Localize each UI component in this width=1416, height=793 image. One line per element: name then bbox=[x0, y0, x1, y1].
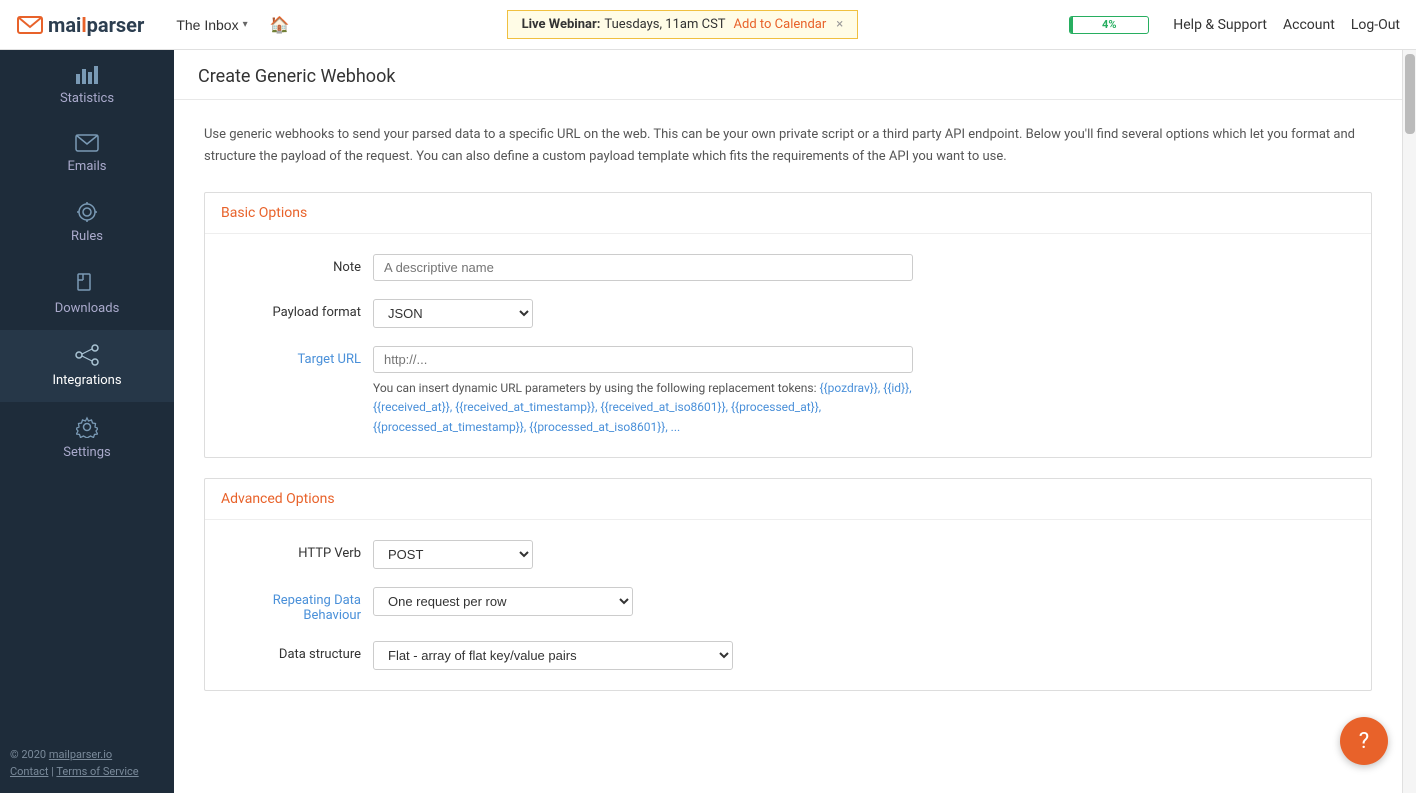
sidebar-item-settings[interactable]: Settings bbox=[0, 402, 174, 474]
sidebar-emails-label: Emails bbox=[68, 159, 107, 174]
sidebar-item-rules[interactable]: Rules bbox=[0, 188, 174, 258]
integrations-icon bbox=[75, 344, 99, 369]
repeating-data-select[interactable]: One request per row Multiple rows per re… bbox=[373, 587, 633, 616]
downloads-icon bbox=[76, 272, 98, 297]
url-hint: You can insert dynamic URL parameters by… bbox=[373, 379, 913, 437]
chevron-down-icon: ▾ bbox=[243, 19, 248, 30]
sidebar-downloads-label: Downloads bbox=[55, 301, 120, 316]
sidebar-item-emails[interactable]: Emails bbox=[0, 120, 174, 188]
repeating-data-label: Repeating Data Behaviour bbox=[221, 587, 361, 623]
sidebar-rules-label: Rules bbox=[71, 229, 103, 244]
basic-options-body: Note Payload format JSON XML Form-enco bbox=[205, 234, 1371, 457]
terms-of-service-link[interactable]: Terms of Service bbox=[56, 765, 138, 778]
advanced-options-header: Advanced Options bbox=[205, 479, 1371, 520]
main-content: Create Generic Webhook Use generic webho… bbox=[174, 50, 1402, 793]
intro-text: Use generic webhooks to send your parsed… bbox=[204, 124, 1372, 168]
statistics-icon bbox=[75, 64, 99, 87]
support-icon: ? bbox=[1359, 729, 1369, 754]
inbox-label: The Inbox bbox=[176, 17, 238, 33]
note-row: Note bbox=[221, 254, 1355, 281]
note-field-wrap bbox=[373, 254, 913, 281]
sidebar-item-integrations[interactable]: Integrations bbox=[0, 330, 174, 402]
target-url-label: Target URL bbox=[221, 346, 361, 367]
logo-icon bbox=[16, 13, 44, 37]
logo-text: mailparser bbox=[48, 13, 144, 37]
advanced-options-body: HTTP Verb POST GET PUT PATCH DELETE bbox=[205, 520, 1371, 690]
advanced-options-card: Advanced Options HTTP Verb POST GET PUT … bbox=[204, 478, 1372, 691]
top-nav: mailparser The Inbox ▾ 🏠 Live Webinar: T… bbox=[0, 0, 1416, 50]
content-body: Use generic webhooks to send your parsed… bbox=[174, 100, 1402, 735]
repeating-data-row: Repeating Data Behaviour One request per… bbox=[221, 587, 1355, 623]
logo: mailparser bbox=[16, 13, 144, 37]
page-title: Create Generic Webhook bbox=[198, 66, 1378, 87]
sidebar-statistics-label: Statistics bbox=[60, 91, 114, 106]
payload-format-select[interactable]: JSON XML Form-encoded bbox=[373, 299, 533, 328]
add-to-calendar-link[interactable]: Add to Calendar bbox=[734, 17, 827, 32]
payload-format-label: Payload format bbox=[221, 299, 361, 320]
data-structure-wrap: Flat - array of flat key/value pairs Nes… bbox=[373, 641, 913, 670]
sidebar-item-downloads[interactable]: Downloads bbox=[0, 258, 174, 330]
sidebar-footer: © 2020 mailparser.io Contact | Terms of … bbox=[0, 734, 174, 793]
payload-format-row: Payload format JSON XML Form-encoded bbox=[221, 299, 1355, 328]
home-icon: 🏠 bbox=[270, 17, 290, 34]
footer-separator: | bbox=[51, 765, 54, 778]
webinar-box: Live Webinar: Tuesdays, 11am CST Add to … bbox=[507, 10, 859, 39]
scroll-thumb[interactable] bbox=[1405, 54, 1415, 134]
target-url-wrap: You can insert dynamic URL parameters by… bbox=[373, 346, 913, 437]
progress-label: 4% bbox=[1070, 17, 1148, 33]
note-input[interactable] bbox=[373, 254, 913, 281]
http-verb-row: HTTP Verb POST GET PUT PATCH DELETE bbox=[221, 540, 1355, 569]
note-label: Note bbox=[221, 254, 361, 275]
http-verb-wrap: POST GET PUT PATCH DELETE bbox=[373, 540, 913, 569]
target-url-row: Target URL You can insert dynamic URL pa… bbox=[221, 346, 1355, 437]
support-button[interactable]: ? bbox=[1340, 717, 1388, 765]
sidebar: Statistics Emails Rules Downloads bbox=[0, 50, 174, 793]
data-structure-select[interactable]: Flat - array of flat key/value pairs Nes… bbox=[373, 641, 733, 670]
logout-link[interactable]: Log-Out bbox=[1351, 17, 1400, 33]
basic-options-header: Basic Options bbox=[205, 193, 1371, 234]
repeating-data-wrap: One request per row Multiple rows per re… bbox=[373, 587, 913, 616]
webinar-detail: Tuesdays, 11am CST bbox=[604, 17, 725, 32]
help-support-link[interactable]: Help & Support bbox=[1173, 17, 1267, 33]
progress-section: 4% bbox=[1069, 16, 1149, 34]
payload-format-wrap: JSON XML Form-encoded bbox=[373, 299, 913, 328]
http-verb-label: HTTP Verb bbox=[221, 540, 361, 561]
webinar-close-button[interactable]: × bbox=[836, 17, 843, 32]
settings-icon bbox=[76, 416, 98, 441]
basic-options-link[interactable]: Basic Options bbox=[221, 205, 307, 221]
scroll-rail[interactable] bbox=[1402, 50, 1416, 793]
main-layout: Statistics Emails Rules Downloads bbox=[0, 50, 1416, 793]
webinar-banner: Live Webinar: Tuesdays, 11am CST Add to … bbox=[304, 10, 1062, 39]
data-structure-row: Data structure Flat - array of flat key/… bbox=[221, 641, 1355, 670]
advanced-options-link[interactable]: Advanced Options bbox=[221, 491, 335, 507]
sidebar-settings-label: Settings bbox=[63, 445, 110, 460]
basic-options-card: Basic Options Note Payload format bbox=[204, 192, 1372, 458]
contact-link[interactable]: Contact bbox=[10, 765, 48, 778]
progress-bar: 4% bbox=[1069, 16, 1149, 34]
home-button[interactable]: 🏠 bbox=[264, 11, 296, 39]
http-verb-select[interactable]: POST GET PUT PATCH DELETE bbox=[373, 540, 533, 569]
account-link[interactable]: Account bbox=[1283, 17, 1335, 33]
page-header: Create Generic Webhook bbox=[174, 50, 1402, 100]
emails-icon bbox=[75, 134, 99, 155]
mailparser-site-link[interactable]: mailparser.io bbox=[49, 748, 112, 761]
webinar-label: Live Webinar: bbox=[522, 17, 601, 32]
sidebar-item-statistics[interactable]: Statistics bbox=[0, 50, 174, 120]
inbox-button[interactable]: The Inbox ▾ bbox=[168, 13, 255, 37]
sidebar-copyright: © 2020 bbox=[10, 748, 46, 761]
top-nav-links: Help & Support Account Log-Out bbox=[1173, 17, 1400, 33]
sidebar-integrations-label: Integrations bbox=[52, 373, 121, 388]
target-url-input[interactable] bbox=[373, 346, 913, 373]
rules-icon bbox=[75, 202, 99, 225]
data-structure-label: Data structure bbox=[221, 641, 361, 662]
